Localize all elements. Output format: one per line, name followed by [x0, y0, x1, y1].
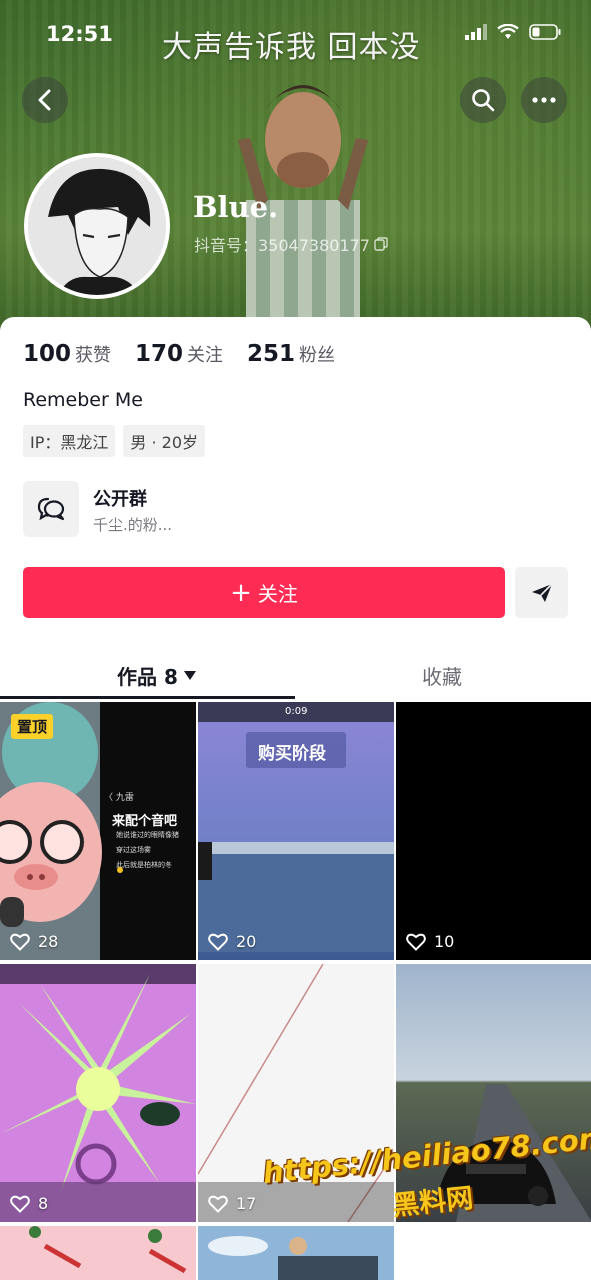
share-icon: [531, 582, 553, 602]
banner-caption: 大声告诉我 回本没: [162, 30, 421, 65]
profile-tags: IP：黑龙江 男 · 20岁: [23, 425, 205, 457]
share-button[interactable]: [515, 567, 568, 618]
video-tile[interactable]: [198, 1226, 394, 1280]
heart-icon: [10, 1195, 30, 1213]
overlay-back: 〈 九雷: [104, 793, 134, 803]
back-icon: [38, 89, 51, 111]
more-button[interactable]: [521, 77, 567, 123]
video-tile[interactable]: 10: [396, 702, 591, 960]
search-button[interactable]: [460, 77, 506, 123]
stat-label: 粉丝: [299, 345, 336, 366]
battery-icon: [529, 24, 561, 40]
like-count: 10: [406, 932, 454, 951]
gender-age-tag: 男 · 20岁: [123, 425, 205, 457]
like-count: 20: [208, 932, 256, 951]
stat-value: 170: [135, 341, 184, 367]
overlay-item: 她说谁过的眼睛像猪: [116, 831, 179, 839]
stat-label: 关注: [187, 345, 224, 366]
like-count-value: 8: [38, 1194, 49, 1213]
like-count-value: 20: [236, 932, 257, 951]
douyin-id-text: 抖音号：35047380177: [194, 236, 370, 255]
group-icon-box: [23, 481, 79, 537]
tab-works[interactable]: 作品 8: [117, 661, 196, 690]
douyin-id: 抖音号：35047380177: [194, 232, 388, 256]
signal-icon: [465, 24, 487, 40]
wifi-icon: [497, 24, 519, 39]
overlay-timer: 0:09: [285, 706, 308, 717]
avatar-illustration: [28, 157, 166, 295]
pinned-badge: 置顶: [11, 714, 54, 739]
nickname: Blue.: [193, 190, 279, 224]
video-thumbnail: [0, 964, 196, 1222]
heart-icon: [406, 933, 426, 951]
video-thumbnail: [198, 1226, 394, 1280]
overlay-title: 来配个音吧: [112, 814, 178, 829]
avatar[interactable]: [24, 153, 170, 299]
video-thumbnail: [0, 1226, 196, 1280]
overlay-title: 购买阶段: [258, 744, 326, 764]
active-tab-indicator: [0, 696, 295, 699]
profile-banner: 12:51 大声告诉我 回本没 Blue. 抖音号：35047380177: [0, 0, 591, 330]
status-time: 12:51: [46, 22, 113, 46]
more-icon: [532, 97, 556, 103]
group-title: 公开群: [93, 489, 147, 510]
like-count: 8: [10, 1194, 48, 1213]
video-tile[interactable]: 8: [0, 964, 196, 1222]
stat-label: 获赞: [75, 345, 112, 366]
like-count-value: 28: [38, 932, 59, 951]
follow-button[interactable]: + 关注: [23, 567, 505, 618]
heart-icon: [208, 1195, 228, 1213]
follow-label: 关注: [257, 582, 298, 606]
heart-icon: [10, 933, 30, 951]
video-tile[interactable]: 0:09 购买阶段 20: [198, 702, 394, 960]
content-tabs: 作品 8 收藏: [0, 649, 591, 701]
stat-value: 100: [23, 341, 72, 367]
stat-followers[interactable]: 251 粉丝: [247, 341, 335, 367]
status-icons: [465, 24, 561, 40]
like-count-value: 10: [434, 932, 455, 951]
public-group-entry[interactable]: 公开群 千尘.的粉...: [23, 481, 423, 539]
copy-icon[interactable]: [374, 237, 388, 251]
group-chat-icon: [37, 497, 65, 521]
tab-works-label: 作品 8: [117, 665, 178, 689]
video-tile[interactable]: 〈 九雷 来配个音吧 她说谁过的眼睛像猪 穿过这场雾 此后就是柏林的冬 置顶 2…: [0, 702, 196, 960]
search-icon: [472, 89, 495, 112]
overlay-item: 此后就是柏林的冬: [116, 861, 172, 869]
like-count: 28: [10, 932, 58, 951]
profile-stats: 100 获赞 170 关注 251 粉丝: [23, 341, 335, 367]
like-count: 17: [208, 1194, 256, 1213]
plus-icon: +: [230, 577, 252, 608]
like-count-value: 17: [236, 1194, 257, 1213]
dropdown-caret-icon: [183, 671, 196, 680]
overlay-list: 她说谁过的眼睛像猪 穿过这场雾 此后就是柏林的冬: [116, 828, 196, 873]
stat-likes[interactable]: 100 获赞: [23, 341, 111, 367]
ip-location-tag: IP：黑龙江: [23, 425, 116, 457]
stat-following[interactable]: 170 关注: [135, 341, 223, 367]
stat-value: 251: [247, 341, 296, 367]
video-tile[interactable]: [0, 1226, 196, 1280]
bio: Remeber Me: [23, 389, 143, 411]
overlay-item: 穿过这场雾: [116, 846, 151, 854]
group-subtitle: 千尘.的粉...: [93, 516, 173, 534]
heart-icon: [208, 933, 228, 951]
back-button[interactable]: [22, 77, 68, 123]
tab-favorites[interactable]: 收藏: [422, 661, 462, 690]
